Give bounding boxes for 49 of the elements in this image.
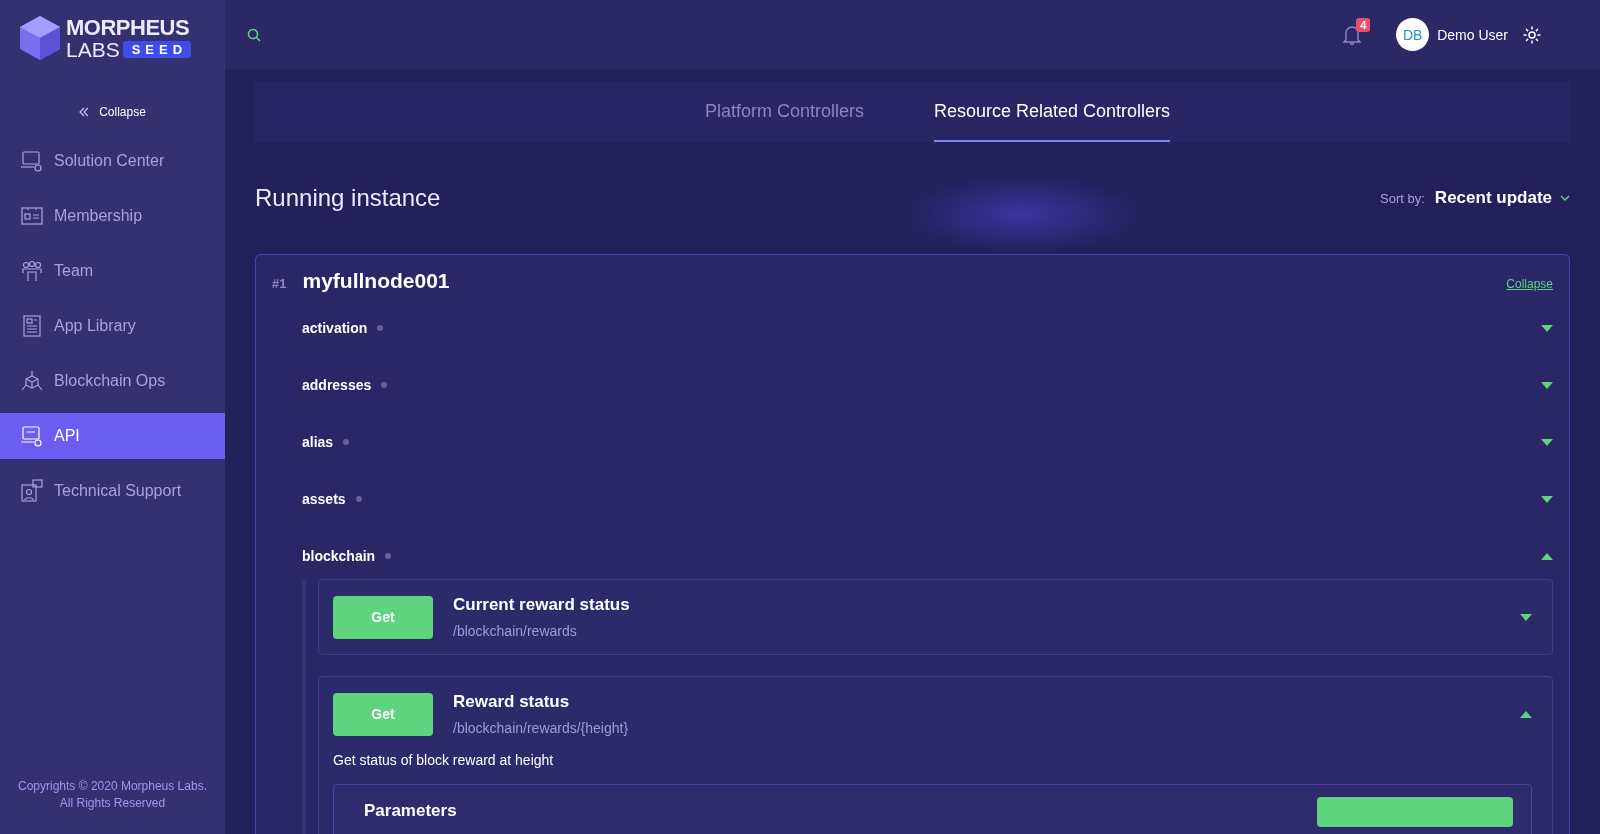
api-icon [20, 424, 44, 448]
card-icon [20, 204, 44, 228]
endpoint-description: Get status of block reward at height [333, 752, 555, 768]
endpoint-path: /blockchain/rewards [453, 623, 578, 639]
endpoint-path: /blockchain/rewards/{height} [453, 720, 629, 736]
group-header[interactable]: addresses [272, 362, 1553, 408]
down-triangle-icon[interactable] [1520, 613, 1532, 621]
sidebar-item[interactable]: API [0, 413, 225, 459]
support-icon [20, 479, 44, 503]
copyright-text: All Rights Reserved [59, 796, 166, 810]
group-header[interactable]: blockchain [272, 533, 1553, 579]
double-chevron-icon [79, 107, 90, 117]
brand-name: MORPHEUS [66, 16, 191, 39]
sidebar-item[interactable]: Membership [0, 193, 225, 239]
sort-label: Sort by: [1380, 190, 1425, 206]
up-triangle-icon[interactable] [1520, 710, 1532, 718]
collapse-button[interactable]: Collapse [73, 104, 152, 120]
group-header[interactable]: assets [272, 476, 1553, 522]
sidebar-item[interactable]: Blockchain Ops [0, 358, 225, 404]
chevron-down-icon [1560, 194, 1570, 202]
instance-name: myfullnode001 [302, 269, 450, 293]
sort-dropdown[interactable]: Recent update [1434, 188, 1570, 208]
collapse-link[interactable]: Collapse [1506, 277, 1553, 291]
instance-index: #1 [272, 276, 287, 291]
endpoint-title: Current reward status [453, 595, 630, 615]
settings-icon[interactable] [1522, 24, 1542, 45]
sidebar-item[interactable]: App Library [0, 303, 225, 349]
user-name[interactable]: Demo User [1437, 26, 1508, 43]
parameters-heading: Parameters [364, 801, 457, 822]
sidebar-item[interactable]: Team [0, 248, 225, 294]
brand-name: LABS [66, 38, 120, 60]
tab[interactable]: Resource Related Controllers [933, 82, 1171, 142]
user-avatar[interactable]: DB [1396, 18, 1430, 51]
sidebar-item[interactable]: Technical Support [0, 468, 225, 514]
search-icon[interactable] [247, 27, 261, 42]
cube-icon [20, 369, 44, 393]
copyright-text: Copyrights © 2020 Morpheus Labs. [18, 779, 207, 793]
notification-badge: 4 [1356, 17, 1371, 32]
laptop-gear-icon [20, 149, 44, 173]
people-icon [20, 259, 44, 283]
tab[interactable]: Platform Controllers [704, 82, 864, 142]
endpoint-title: Reward status [453, 692, 571, 712]
section-heading: Running instance [255, 184, 441, 212]
group-header[interactable]: activation [272, 305, 1553, 351]
document-icon [20, 314, 44, 338]
seed-badge: SEED [122, 40, 192, 58]
sidebar-item[interactable]: Solution Center [0, 138, 225, 184]
hexagon-logo-icon [18, 14, 62, 62]
group-header[interactable]: alias [272, 419, 1553, 465]
